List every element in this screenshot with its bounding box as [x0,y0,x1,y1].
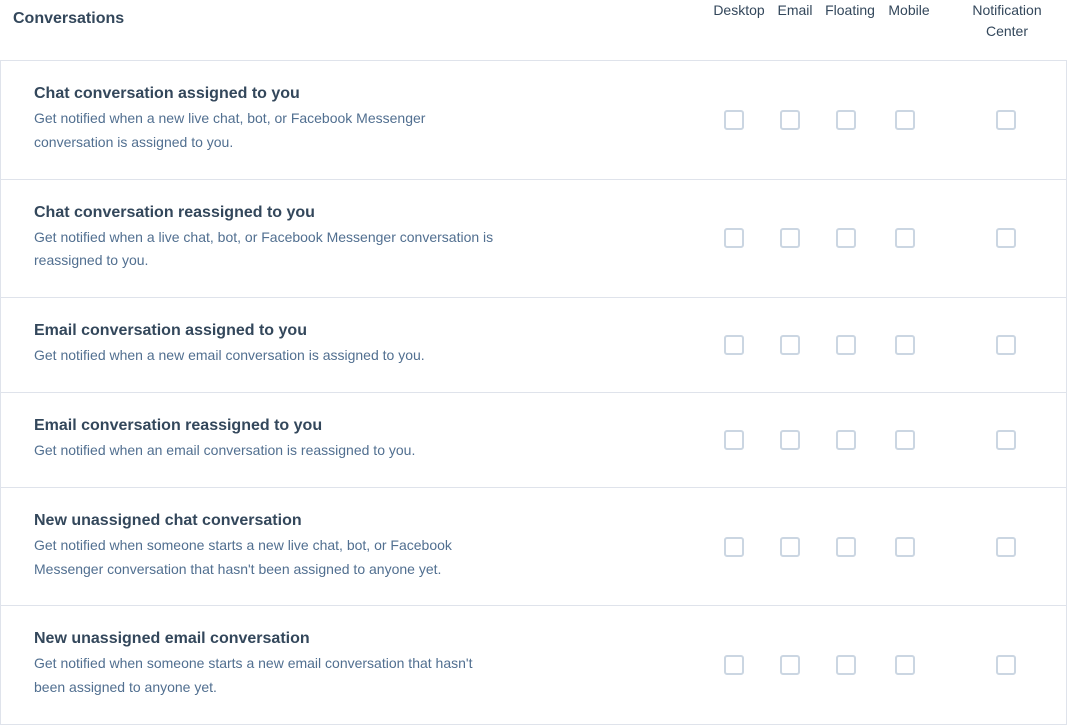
column-headers: Desktop Email Floating Mobile Notificati… [707,0,1067,42]
row-title: Email conversation assigned to you [34,322,666,340]
table-row: Chat conversation assigned to you Get no… [1,61,1066,180]
column-header-email: Email [771,0,819,21]
checkbox-mobile[interactable] [895,537,915,557]
header-row: Conversations Desktop Email Floating Mob… [0,0,1067,60]
row-description: Get notified when someone starts a new e… [34,652,494,700]
checkbox-email[interactable] [780,228,800,248]
checkbox-desktop[interactable] [724,430,744,450]
row-title: Chat conversation reassigned to you [34,204,666,222]
checkbox-floating[interactable] [836,110,856,130]
column-header-desktop: Desktop [707,0,771,21]
table-row: New unassigned email conversation Get no… [1,606,1066,725]
row-description: Get notified when an email conversation … [34,439,494,463]
checkbox-notification-center[interactable] [996,335,1016,355]
checkbox-desktop[interactable] [724,655,744,675]
table-row: Email conversation reassigned to you Get… [1,393,1066,488]
column-header-floating: Floating [819,0,881,21]
section-title: Conversations [13,0,707,28]
checkbox-email[interactable] [780,335,800,355]
row-title: Chat conversation assigned to you [34,85,666,103]
checkbox-desktop[interactable] [724,228,744,248]
row-description: Get notified when a live chat, bot, or F… [34,226,494,274]
row-description: Get notified when a new live chat, bot, … [34,107,494,155]
checkbox-floating[interactable] [836,335,856,355]
checkbox-mobile[interactable] [895,655,915,675]
row-title: New unassigned chat conversation [34,512,666,530]
checkbox-email[interactable] [780,655,800,675]
row-title: New unassigned email conversation [34,630,666,648]
checkbox-notification-center[interactable] [996,537,1016,557]
checkbox-notification-center[interactable] [996,655,1016,675]
checkbox-notification-center[interactable] [996,228,1016,248]
checkbox-mobile[interactable] [895,430,915,450]
checkbox-desktop[interactable] [724,110,744,130]
row-description: Get notified when a new email conversati… [34,344,494,368]
table-row: Email conversation assigned to you Get n… [1,298,1066,393]
checkbox-desktop[interactable] [724,537,744,557]
checkbox-floating[interactable] [836,228,856,248]
checkbox-floating[interactable] [836,537,856,557]
checkbox-email[interactable] [780,110,800,130]
row-description: Get notified when someone starts a new l… [34,534,494,582]
row-title: Email conversation reassigned to you [34,417,666,435]
checkbox-floating[interactable] [836,655,856,675]
table-row: Chat conversation reassigned to you Get … [1,180,1066,299]
checkbox-email[interactable] [780,430,800,450]
checkbox-notification-center[interactable] [996,430,1016,450]
checkbox-email[interactable] [780,537,800,557]
table-row: New unassigned chat conversation Get not… [1,488,1066,607]
checkbox-mobile[interactable] [895,110,915,130]
checkbox-mobile[interactable] [895,335,915,355]
column-header-notification-center: Notification Center [967,0,1047,42]
notifications-table: Chat conversation assigned to you Get no… [0,60,1067,725]
checkbox-desktop[interactable] [724,335,744,355]
checkbox-mobile[interactable] [895,228,915,248]
checkbox-floating[interactable] [836,430,856,450]
column-header-mobile: Mobile [881,0,937,21]
checkbox-notification-center[interactable] [996,110,1016,130]
